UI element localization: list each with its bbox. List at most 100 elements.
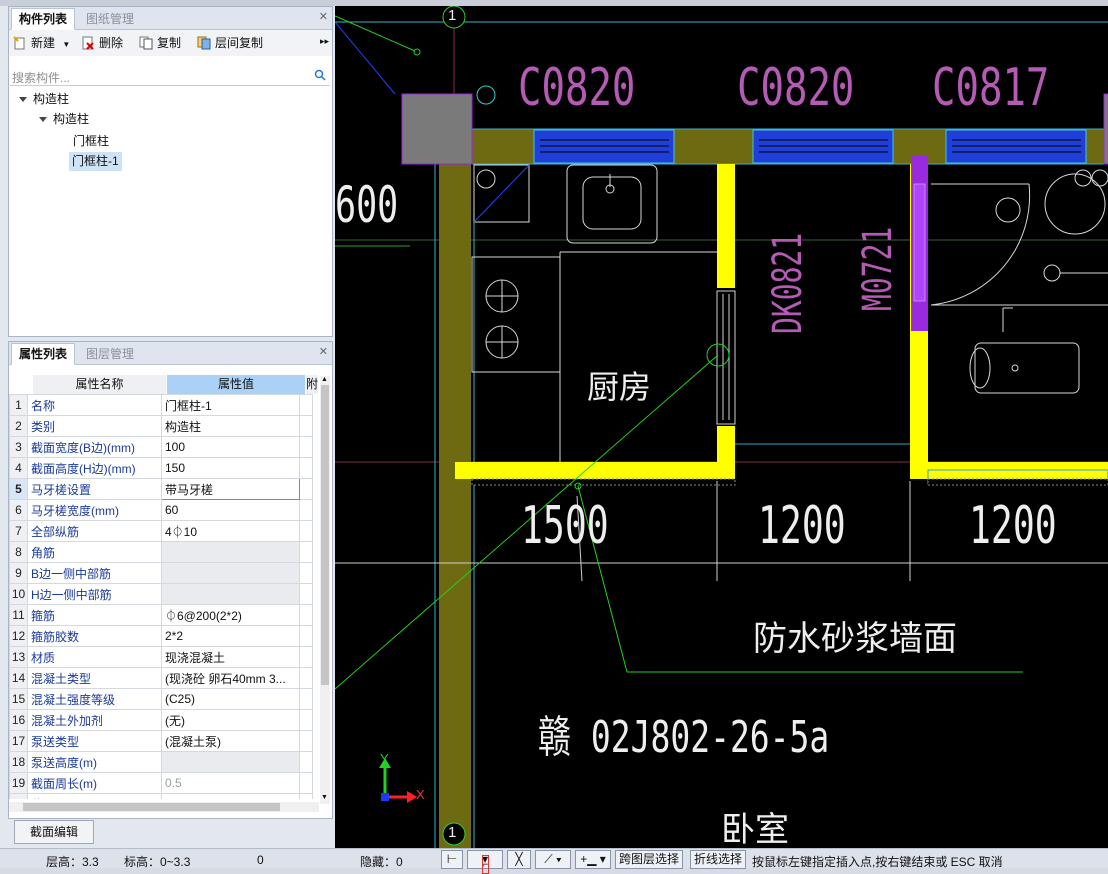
property-row[interactable]: 7 全部纵筋 4⏀10 [9,520,313,542]
property-value[interactable]: 构造柱 [161,415,300,437]
property-extra[interactable] [299,583,313,605]
floor-copy-icon [197,36,211,50]
search-input[interactable]: 搜索构件... [12,69,70,86]
floor-copy-button[interactable]: 层间复制 [195,34,263,52]
property-row[interactable]: 9 B边一侧中部筋 [9,562,313,584]
property-extra[interactable] [299,730,313,752]
close-icon[interactable]: ✕ [319,345,328,358]
property-value[interactable]: 2*2 [161,625,300,647]
property-extra[interactable] [299,772,313,794]
property-value[interactable] [161,751,300,773]
property-extra[interactable] [299,751,313,773]
property-extra[interactable] [299,562,313,584]
property-value[interactable]: 4⏀10 [161,520,300,542]
property-extra[interactable] [299,604,313,626]
property-value[interactable]: 0.015 [161,793,300,799]
more-icon[interactable]: ▸▸ [320,36,329,47]
property-extra[interactable] [299,667,313,689]
property-row[interactable]: 6 马牙槎宽度(mm) 60 [9,499,313,521]
property-row[interactable]: 5 马牙槎设置 带马牙槎 [9,478,313,500]
property-extra[interactable] [299,499,313,521]
copy-button[interactable]: 复制 [137,34,181,52]
orthogonal-toggle[interactable]: ⊢ [441,850,463,869]
property-row[interactable]: 8 角筋 [9,541,313,563]
polyline-select-button[interactable]: 折线选择 [690,850,747,869]
property-row[interactable]: 14 混凝土类型 (现浇砼 卵石40mm 3... [9,667,313,689]
property-row[interactable]: 12 箍筋胶数 2*2 [9,625,313,647]
property-value[interactable]: 60 [161,499,300,521]
scroll-thumb[interactable] [321,385,329,685]
property-row[interactable]: 3 截面宽度(B边)(mm) 100 [9,436,313,458]
property-value[interactable]: (现浇砼 卵石40mm 3... [161,667,300,689]
snap-toggle[interactable]: ⌐ ▾ [467,850,503,874]
delete-button-label: 删除 [99,36,124,50]
property-extra[interactable] [299,415,313,437]
property-value[interactable]: 0.5 [161,772,300,794]
property-value[interactable]: 门框柱-1 [161,394,300,416]
property-extra[interactable] [299,478,313,500]
property-extra[interactable] [299,793,313,799]
status-bar: 层高：3.3 标高：0~3.3 0 隐藏：0 ⊢ ⌐ ▾ ╳ ⟋ ▾ +▁ ▾ … [0,848,1108,874]
property-value[interactable]: ⏀6@200(2*2) [161,604,300,626]
horizontal-scrollbar[interactable] [9,802,319,812]
property-extra[interactable] [299,457,313,479]
property-row[interactable]: 18 泵送高度(m) [9,751,313,773]
property-value[interactable]: (无) [161,709,300,731]
property-extra[interactable] [299,625,313,647]
property-value[interactable]: 现浇混凝土 [161,646,300,668]
property-extra[interactable] [299,520,313,542]
close-icon[interactable]: ✕ [319,10,328,23]
property-extra[interactable] [299,541,313,563]
tab-component-list[interactable]: 构件列表 [11,8,76,30]
property-row[interactable]: 16 混凝土外加剂 (无) [9,709,313,731]
section-edit-button[interactable]: 截面编辑 [14,820,94,844]
property-row[interactable]: 19 截面周长(m) 0.5 [9,772,313,794]
tree-child[interactable]: 构造柱 [39,110,89,129]
property-value[interactable]: (C25) [161,688,300,710]
property-extra[interactable] [299,394,313,416]
pick-point-button[interactable]: ⟋ ▾ [535,850,571,869]
property-row[interactable]: 11 箍筋 ⏀6@200(2*2) [9,604,313,626]
property-extra[interactable] [299,436,313,458]
property-value[interactable] [161,562,300,584]
property-row[interactable]: 20截面面积(m2)0.015 [9,793,313,799]
scroll-up-icon[interactable]: ▲ [321,376,328,383]
dropdown-icon[interactable]: ▼ [62,40,70,49]
expand-arrow-icon[interactable] [39,117,47,122]
tab-layer-manage[interactable]: 图层管理 [79,344,141,364]
property-row[interactable]: 1 名称 门框柱-1 [9,394,313,416]
offset-button[interactable]: +▁ ▾ [575,850,611,869]
h-scroll-thumb[interactable] [23,803,280,811]
tree-root[interactable]: 构造柱 [19,90,69,109]
property-value[interactable]: 150 [161,457,300,479]
tree-leaf-door-frame-column[interactable]: 门框柱 [73,132,109,151]
search-icon[interactable] [314,69,326,81]
tab-property-list[interactable]: 属性列表 [11,343,76,365]
cad-canvas[interactable]: 1 1 C0820 C0820 C0817 600 1500 1200 1200… [335,6,1108,848]
property-row[interactable]: 17 泵送类型 (混凝土泵) [9,730,313,752]
property-row[interactable]: 10 H边一侧中部筋 [9,583,313,605]
cross-select-button[interactable]: ╳ [507,850,531,869]
property-extra[interactable] [299,688,313,710]
property-value[interactable]: 100 [161,436,300,458]
property-row[interactable]: 2 类别 构造柱 [9,415,313,437]
property-value[interactable] [161,541,300,563]
property-value[interactable]: 带马牙槎 [161,478,300,500]
scroll-down-icon[interactable]: ▼ [321,794,328,801]
property-row[interactable]: 4 截面高度(H边)(mm) 150 [9,457,313,479]
tab-drawing-manage[interactable]: 图纸管理 [79,9,141,29]
new-button[interactable]: 新建 ▼ [11,34,70,52]
property-extra[interactable] [299,709,313,731]
expand-arrow-icon[interactable] [19,97,27,102]
property-row[interactable]: 15 混凝土强度等级 (C25) [9,688,313,710]
vertical-scrollbar[interactable]: ▲ ▼ [320,376,330,804]
cross-layer-select-button[interactable]: 跨图层选择 [615,850,684,869]
component-search[interactable]: 搜索构件... [10,67,330,86]
delete-button[interactable]: 删除 [79,34,123,52]
property-list-panel: 属性列表 图层管理 ✕ 属性名称 属性值 附 1 名称 门框柱-1 2 类别 构造柱 3 截面… [8,341,333,819]
property-value[interactable]: (混凝土泵) [161,730,300,752]
property-value[interactable] [161,583,300,605]
property-row[interactable]: 13 材质 现浇混凝土 [9,646,313,668]
property-extra[interactable] [299,646,313,668]
tree-leaf-door-frame-column-1[interactable]: 门框柱-1 [69,152,122,171]
